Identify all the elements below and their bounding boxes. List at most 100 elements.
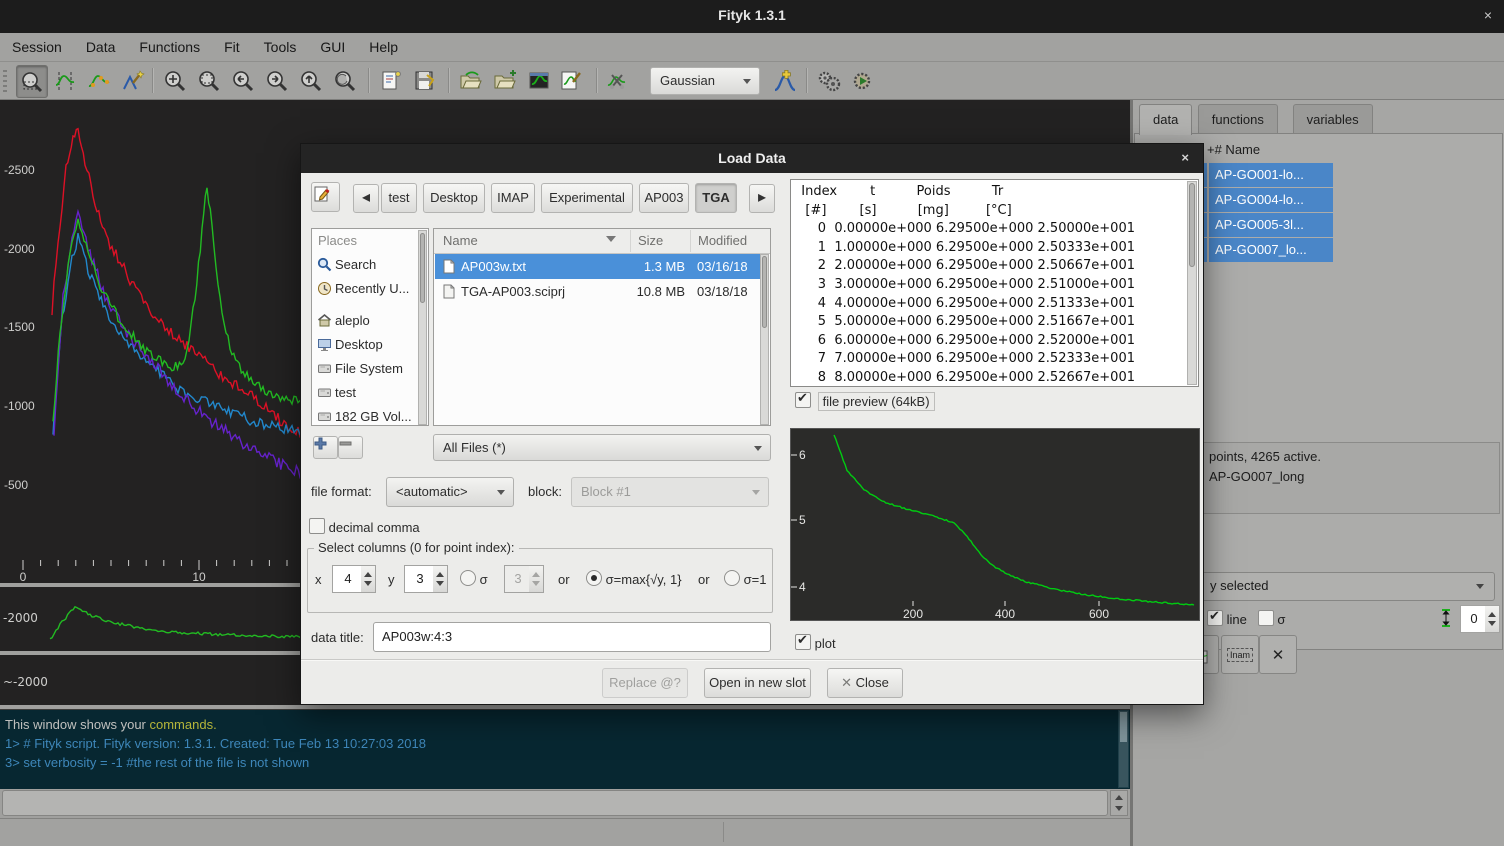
command-input-spinner[interactable]	[1110, 790, 1128, 816]
data-transform-icon	[606, 69, 632, 93]
tab-variables[interactable]: variables	[1293, 104, 1373, 134]
y-axis-tick-label: -1500	[4, 320, 35, 334]
column-modified[interactable]: Modified	[698, 233, 747, 248]
spinner-arrows[interactable]	[1485, 605, 1500, 633]
add-function-button[interactable]	[770, 65, 800, 96]
place-recently-u-[interactable]: Recently U...	[317, 277, 409, 301]
places-scrollbar[interactable]	[418, 230, 427, 425]
menu-tools[interactable]: Tools	[252, 39, 309, 55]
open-file-button[interactable]	[456, 65, 486, 96]
select-columns-group: Select columns (0 for point index): x 4 …	[307, 548, 773, 613]
checkbox-icon	[795, 392, 811, 408]
zoom-mode-button[interactable]	[16, 65, 48, 98]
path-crumb-test[interactable]: test	[381, 183, 417, 213]
menu-help[interactable]: Help	[357, 39, 410, 55]
remove-bookmark-button[interactable]	[338, 436, 363, 459]
file-format-select[interactable]: <automatic>	[386, 477, 514, 507]
place-aleplo[interactable]: aleplo	[317, 309, 370, 333]
zoom-right-button[interactable]	[262, 65, 292, 96]
place-search[interactable]: Search	[317, 253, 376, 277]
console-scrollbar[interactable]	[1118, 710, 1129, 788]
path-crumb-ap003[interactable]: AP003	[639, 183, 689, 213]
line-checkbox[interactable]: line σ	[1207, 610, 1285, 627]
data-transform-button[interactable]	[604, 65, 634, 96]
window-close-icon[interactable]: ×	[1484, 7, 1492, 23]
add-point-button[interactable]	[84, 65, 114, 96]
zoom-left-button[interactable]	[228, 65, 258, 96]
path-crumb-experimental[interactable]: Experimental	[541, 183, 633, 213]
path-crumb-imap[interactable]: IMAP	[491, 183, 535, 213]
title-bar: Fityk 1.3.1 ×	[0, 0, 1504, 33]
menu-gui[interactable]: GUI	[308, 39, 357, 55]
open-in-new-slot-button[interactable]: Open in new slot	[704, 668, 811, 698]
y-column-spinner[interactable]: 3	[404, 565, 448, 593]
toolbar-separator	[152, 68, 154, 93]
spinner-arrows[interactable]	[361, 565, 376, 593]
plot-checkbox[interactable]: plot	[795, 634, 836, 651]
svg-text:200: 200	[903, 607, 923, 620]
path-crumb-tga[interactable]: TGA	[695, 183, 737, 213]
zoom-area-icon	[197, 69, 221, 93]
open-recent-button[interactable]	[490, 65, 520, 96]
dataset-purple	[54, 211, 310, 481]
add-point-icon	[87, 69, 111, 93]
radio-icon	[460, 570, 476, 586]
tab-functions[interactable]: functions	[1198, 104, 1278, 134]
command-input[interactable]	[2, 790, 1108, 816]
sigma-one-radio[interactable]: σ=1	[724, 570, 766, 587]
zoom-vert-button[interactable]	[296, 65, 326, 96]
delete-dataset-button[interactable]: ✕	[1259, 635, 1297, 674]
file-filter-select[interactable]: All Files (*)	[433, 434, 771, 461]
add-peak-wand-button[interactable]	[118, 65, 148, 96]
path-crumb-desktop[interactable]: Desktop	[423, 183, 485, 213]
continue-fit-button[interactable]	[848, 65, 878, 96]
zoom-previous-button[interactable]	[330, 65, 360, 96]
zoom-in-button[interactable]	[160, 65, 190, 96]
export-image-button[interactable]	[524, 65, 554, 96]
place-desktop[interactable]: Desktop	[317, 333, 383, 357]
file-preview-text[interactable]: Index t Poids Tr [#] [s] [mg] [°C] 0 0.0…	[790, 179, 1199, 387]
file-row[interactable]: TGA-AP003.sciprj10.8 MB03/18/18	[435, 279, 761, 304]
window-title: Fityk 1.3.1	[0, 7, 1504, 23]
x-column-spinner[interactable]: 4	[332, 565, 376, 593]
path-forward-button[interactable]: ▸	[749, 184, 775, 213]
file-row[interactable]: AP003w.txt1.3 MB03/16/18	[435, 254, 761, 279]
file-preview-checkbox[interactable]: file preview (64kB)	[795, 392, 935, 409]
place-test[interactable]: test	[317, 381, 356, 405]
toolbar-grip[interactable]	[3, 70, 7, 92]
sigma-sqrt-radio[interactable]: σ=max{√y, 1}	[586, 570, 682, 587]
type-location-button[interactable]	[311, 182, 340, 212]
place-182-gb-vol-[interactable]: 182 GB Vol...	[317, 405, 412, 429]
y-axis-tick-label: -1000	[4, 399, 35, 413]
menu-session[interactable]: Session	[0, 39, 74, 55]
menu-fit[interactable]: Fit	[212, 39, 252, 55]
menu-functions[interactable]: Functions	[127, 39, 212, 55]
column-name[interactable]: Name	[443, 233, 478, 248]
function-type-select[interactable]: Gaussian	[650, 67, 760, 95]
rename-dataset-button[interactable]: Inam	[1221, 635, 1259, 674]
menu-data[interactable]: Data	[74, 39, 128, 55]
file-list-header[interactable]: Name Size Modified	[434, 229, 770, 254]
data-title-input[interactable]: AP003w:4:3	[373, 622, 771, 652]
file-modified: 03/18/18	[697, 279, 748, 304]
save-script-button[interactable]	[410, 65, 440, 96]
dialog-close-icon[interactable]: ×	[1181, 150, 1189, 165]
place-file-system[interactable]: File System	[317, 357, 403, 381]
decimal-comma-checkbox[interactable]: decimal comma	[309, 518, 420, 535]
zoom-mode-icon	[20, 70, 44, 94]
zoom-area-button[interactable]	[194, 65, 224, 96]
path-back-button[interactable]: ◂	[353, 184, 379, 213]
file-list-scrollbar[interactable]	[760, 254, 769, 425]
tab-data[interactable]: data	[1139, 104, 1192, 135]
preview-scrollbar[interactable]	[1187, 181, 1197, 385]
new-script-button[interactable]	[376, 65, 406, 96]
point-size-spinner[interactable]: 0	[1460, 605, 1500, 633]
add-bookmark-button[interactable]	[313, 436, 338, 459]
data-range-button[interactable]	[50, 65, 80, 96]
close-button[interactable]: ✕ Close	[827, 668, 903, 698]
sigma-column-radio[interactable]: σ	[460, 570, 488, 587]
column-size[interactable]: Size	[638, 233, 663, 248]
spinner-arrows[interactable]	[433, 565, 448, 593]
run-fit-button[interactable]	[814, 65, 844, 96]
export-script-button[interactable]	[556, 65, 586, 96]
